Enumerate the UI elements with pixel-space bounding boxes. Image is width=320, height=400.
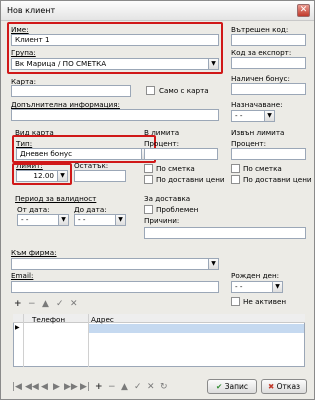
nav-last-icon[interactable]: ▶| [80,382,90,392]
nav-post-icon[interactable]: ✓ [134,382,142,392]
cancel-icon[interactable]: ✕ [70,299,78,309]
cancel-button-label: Отказ [276,382,301,391]
additional-info-input[interactable] [11,109,219,121]
inactive-checkbox[interactable] [231,297,240,306]
check-icon: ✔ [216,382,223,391]
chevron-down-icon: ▼ [208,259,218,269]
window-title: Нов клиент [7,6,56,15]
delivery-label: За доставка [144,194,191,203]
nav-delete-icon[interactable]: − [108,382,116,392]
confirm-icon[interactable]: ✓ [56,299,64,309]
highlight-type [12,135,156,163]
nav-insert-icon[interactable]: + [95,382,103,392]
within-by-account-checkbox[interactable] [144,164,153,173]
chevron-down-icon: ▼ [272,282,282,292]
nav-cancel-icon[interactable]: ✕ [147,382,155,392]
outside-by-account-label: По сметка [243,164,282,173]
within-by-account-label: По сметка [156,164,195,173]
additional-info-label: Допълнителна информация: [11,100,120,109]
firm-label: Към фирма: [11,248,57,257]
highlight-name-group [7,22,223,74]
row-pointer-icon: ▶ [15,324,20,331]
selected-row[interactable] [88,324,304,333]
assignment-value: - - [235,111,243,120]
col-header-phone: Телефон [32,315,66,324]
remove-icon[interactable]: − [28,299,36,309]
card-only-checkbox[interactable] [146,86,155,95]
cross-icon: ✖ [267,382,275,391]
email-input[interactable] [11,281,219,293]
close-button[interactable]: ✕ [297,4,310,17]
bonus-available-input[interactable] [231,83,306,95]
from-date-value: - - [21,215,29,224]
outside-delivery-prices-checkbox[interactable] [231,175,240,184]
save-button[interactable]: ✔ Запис [207,379,257,394]
nav-refresh-icon[interactable]: ↻ [160,382,168,392]
within-percent-input[interactable] [144,148,218,160]
chevron-down-icon: ▼ [115,215,125,225]
bonus-available-label: Наличен бонус: [231,74,290,83]
nav-prior-page-icon[interactable]: ◀◀ [25,382,39,392]
export-code-label: Код за експорт: [231,48,292,57]
inactive-label: Не активен [243,297,287,306]
from-date-label: От дата: [17,205,50,214]
within-delivery-prices-label: По доставни цени [156,175,225,184]
to-date-picker[interactable]: - - ▼ [74,214,126,226]
validity-label: Период за валидност [15,194,97,203]
internal-code-label: Вътрешен код: [231,25,289,34]
chevron-down-icon: ▼ [264,111,274,121]
new-client-dialog: Нов клиент ✕ Име: Клиент 1 Група: Вк Мар… [0,0,315,400]
within-limit-label: В лимита [144,128,180,137]
add-icon[interactable]: + [14,299,22,309]
nav-prior-icon[interactable]: ◀ [41,382,48,392]
from-date-picker[interactable]: - - ▼ [17,214,69,226]
birthday-value: - - [235,282,243,291]
to-date-label: До дата: [74,205,107,214]
nav-first-icon[interactable]: |◀ [12,382,22,392]
birthday-label: Рожден ден: [231,271,280,280]
nav-next-icon[interactable]: ▶ [53,382,60,392]
outside-percent-label: Процент: [231,139,266,148]
nav-edit-icon[interactable]: ▲ [121,382,128,392]
outside-limit-label: Извън лимита [231,128,285,137]
col-header-address: Адрес [91,315,114,324]
outside-delivery-prices-label: По доставни цени [243,175,312,184]
reason-input[interactable] [144,227,306,239]
to-date-value: - - [78,215,86,224]
cancel-button[interactable]: ✖ Отказ [261,379,307,394]
outside-percent-input[interactable] [231,148,306,160]
problematic-label: Проблемен [156,205,199,214]
save-button-label: Запис [224,382,248,391]
grid-divider [23,314,24,367]
assignment-dropdown[interactable]: - - ▼ [231,110,275,122]
problematic-checkbox[interactable] [144,205,153,214]
card-input[interactable] [11,85,131,97]
export-code-input[interactable] [231,57,306,69]
within-percent-label: Процент: [144,139,179,148]
outside-by-account-checkbox[interactable] [231,164,240,173]
within-delivery-prices-checkbox[interactable] [144,175,153,184]
assignment-label: Назначаване: [231,100,283,109]
nav-next-page-icon[interactable]: ▶▶ [64,382,78,392]
balance-input[interactable] [74,170,126,182]
move-up-icon[interactable]: ▲ [42,299,49,309]
reason-label: Причини: [144,216,180,225]
internal-code-input[interactable] [231,34,306,46]
chevron-down-icon: ▼ [58,215,68,225]
email-label: Email: [11,271,34,280]
grid-divider [88,314,89,367]
highlight-limit [12,163,72,185]
firm-dropdown[interactable]: ▼ [11,258,219,270]
balance-label: Остатък: [74,161,109,170]
title-bar: Нов клиент ✕ [1,1,314,21]
birthday-picker[interactable]: - - ▼ [231,281,283,293]
card-only-label: Само с карта [159,86,209,95]
